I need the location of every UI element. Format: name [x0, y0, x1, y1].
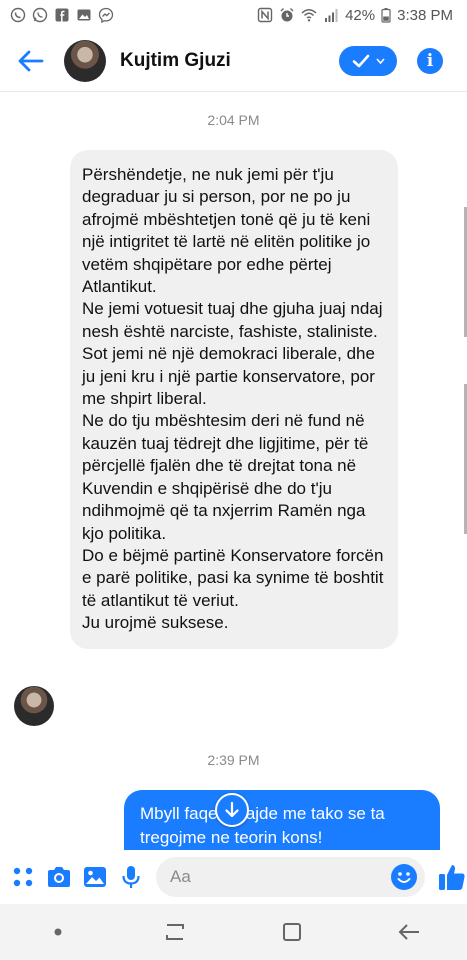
- messenger-icon: [98, 7, 114, 23]
- home-square-icon: [282, 923, 301, 941]
- back-icon: [398, 924, 419, 940]
- voice-button[interactable]: [118, 860, 144, 894]
- facebook-icon: [54, 7, 70, 23]
- info-icon: i: [426, 50, 434, 71]
- outgoing-message-text: Mbyll faqen ajde me tako se ta tregojme …: [140, 804, 390, 847]
- status-bar: 42% 3:38 PM: [0, 0, 467, 30]
- message-input-container[interactable]: [156, 857, 425, 897]
- info-button[interactable]: i: [417, 47, 443, 74]
- sender-avatar[interactable]: [14, 686, 54, 726]
- message-composer: [0, 850, 467, 904]
- smiley-icon: [397, 872, 411, 883]
- like-button[interactable]: [437, 858, 467, 896]
- whatsapp-icon: [32, 7, 48, 23]
- scroll-to-bottom-button[interactable]: [215, 793, 249, 827]
- emoji-button[interactable]: [391, 864, 417, 890]
- thumbs-up-icon: [439, 865, 465, 890]
- gallery-icon: [76, 7, 92, 23]
- back-button[interactable]: [8, 38, 54, 84]
- recents-icon: [166, 924, 185, 940]
- viber-icon: [10, 7, 26, 23]
- incoming-message-bubble[interactable]: Përshëndetje, ne nuk jemi për t'ju degra…: [70, 150, 398, 649]
- microphone-icon: [122, 866, 140, 888]
- nfc-icon: [257, 7, 273, 23]
- message-thread[interactable]: 2:04 PM Përshëndetje, ne nuk jemi për t'…: [0, 92, 467, 850]
- contact-avatar[interactable]: [64, 39, 106, 82]
- gallery-button[interactable]: [82, 860, 108, 894]
- check-dropdown-button[interactable]: [339, 45, 397, 76]
- checkmark-icon: [352, 54, 369, 67]
- timestamp: 2:04 PM: [207, 112, 260, 128]
- dot-icon: [54, 928, 62, 936]
- home-button[interactable]: [272, 912, 312, 952]
- message-input[interactable]: [170, 867, 391, 887]
- more-actions-button[interactable]: [10, 860, 36, 894]
- alarm-icon: [279, 7, 295, 23]
- chevron-down-icon: [375, 57, 385, 64]
- nav-dot-button[interactable]: [38, 912, 78, 952]
- status-left-icons: [10, 7, 114, 23]
- battery-percentage: 42%: [345, 6, 376, 24]
- status-time: 3:38 PM: [397, 6, 453, 24]
- recent-apps-button[interactable]: [155, 912, 195, 952]
- image-icon: [84, 867, 106, 887]
- camera-icon: [48, 867, 70, 887]
- contact-name[interactable]: Kujtim Gjuzi: [120, 50, 339, 72]
- system-navigation-bar: [0, 904, 467, 960]
- wifi-icon: [301, 7, 317, 23]
- camera-button[interactable]: [46, 860, 72, 894]
- back-arrow-icon: [18, 50, 44, 71]
- arrow-down-icon: [225, 802, 239, 818]
- conversation-header: Kujtim Gjuzi i: [0, 30, 467, 92]
- signal-icon: [323, 7, 339, 23]
- status-right-icons: 42% 3:38 PM: [257, 7, 453, 24]
- timestamp: 2:39 PM: [207, 752, 260, 768]
- battery-icon: [381, 7, 391, 23]
- outgoing-message-bubble[interactable]: Mbyll faqen ajde me tako se ta tregojme …: [124, 790, 440, 850]
- incoming-message-text: Përshëndetje, ne nuk jemi për t'ju degra…: [82, 165, 384, 633]
- four-dots-icon: [13, 867, 33, 887]
- system-back-button[interactable]: [389, 912, 429, 952]
